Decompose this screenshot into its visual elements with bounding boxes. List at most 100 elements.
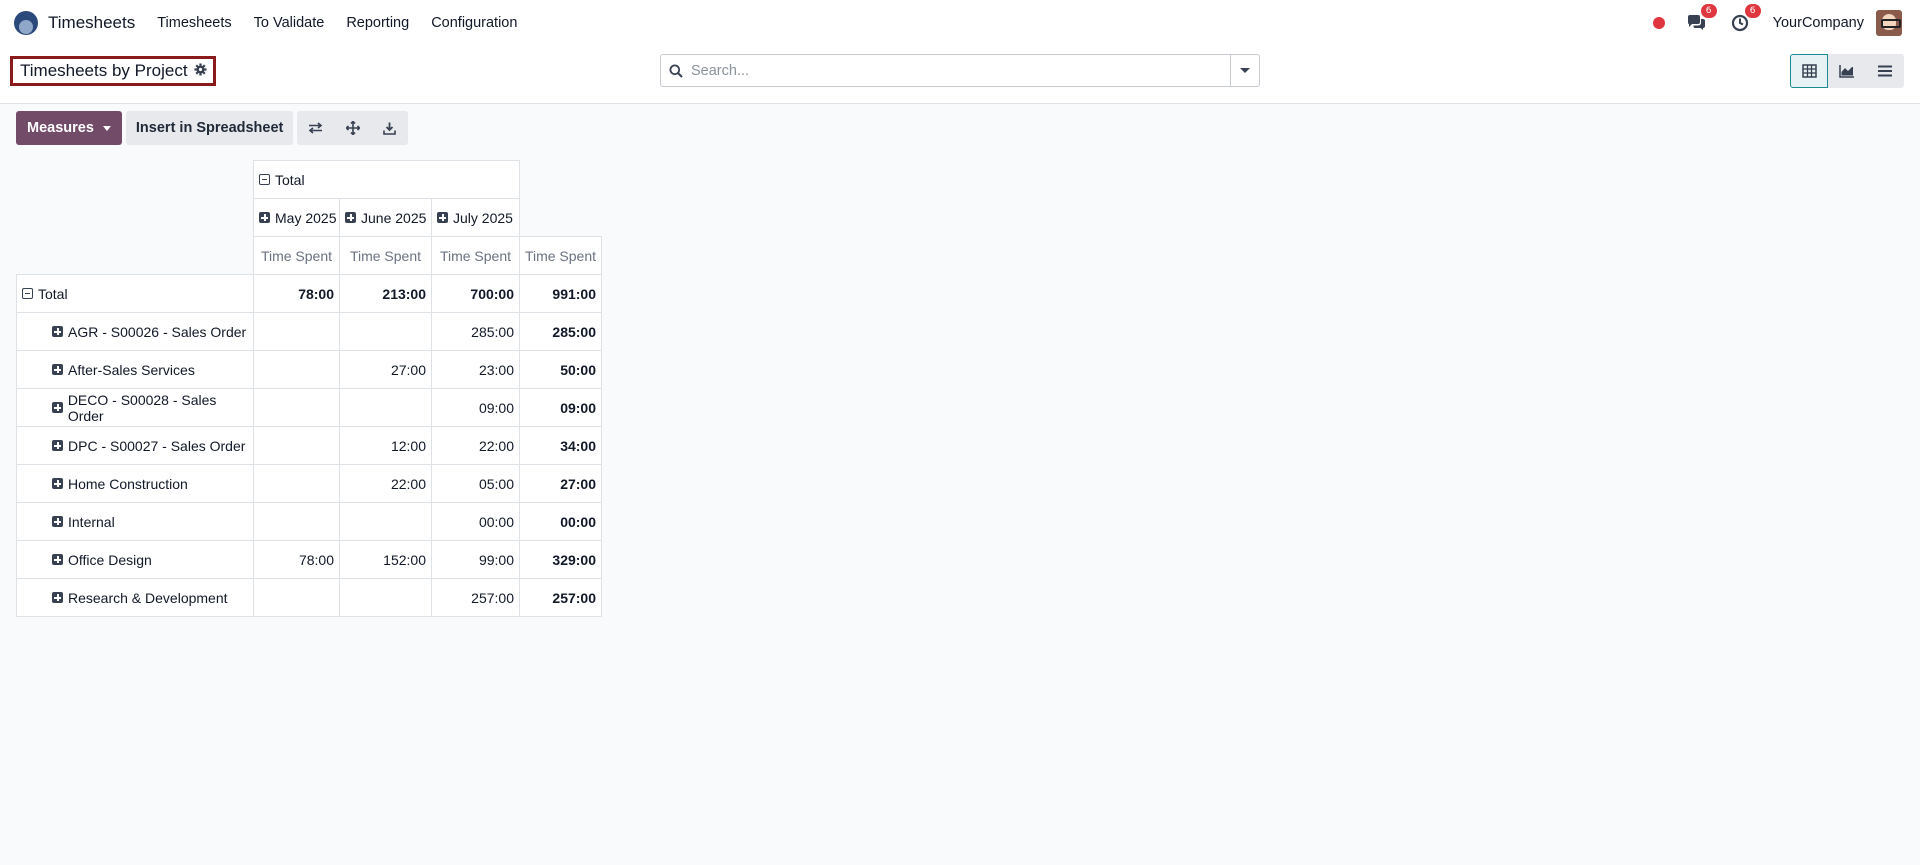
value-cell[interactable]: 78:00 bbox=[253, 274, 340, 313]
measures-button[interactable]: Measures bbox=[16, 111, 122, 145]
insert-in-spreadsheet-button[interactable]: Insert in Spreadsheet bbox=[125, 111, 294, 145]
insert-in-spreadsheet-label: Insert in Spreadsheet bbox=[135, 120, 284, 136]
chevron-down-icon bbox=[1240, 68, 1250, 73]
company-switcher[interactable]: YourCompany bbox=[1773, 15, 1864, 31]
value-cell[interactable] bbox=[339, 502, 432, 541]
row-total-cell[interactable]: 285:00 bbox=[519, 312, 602, 351]
row-header[interactable]: Office Design bbox=[16, 540, 254, 579]
search-options-toggle[interactable] bbox=[1230, 55, 1259, 86]
discuss-button[interactable]: 6 bbox=[1685, 4, 1717, 34]
measure-header[interactable]: Time Spent bbox=[519, 236, 602, 275]
menu-reporting[interactable]: Reporting bbox=[346, 15, 409, 31]
value-cell[interactable] bbox=[339, 578, 432, 617]
pivot-actions-group bbox=[297, 111, 409, 145]
expand-icon bbox=[259, 212, 270, 223]
graph-view-button[interactable] bbox=[1828, 54, 1866, 88]
page-title: Timesheets by Project bbox=[20, 61, 188, 80]
row-header[interactable]: Research & Development bbox=[16, 578, 254, 617]
row-header[interactable]: DPC - S00027 - Sales Order bbox=[16, 426, 254, 465]
search-icon bbox=[661, 64, 691, 78]
systray: 6 6 YourCompany bbox=[1652, 0, 1902, 46]
activity-badge: 6 bbox=[1744, 4, 1761, 18]
value-cell[interactable]: 27:00 bbox=[339, 350, 432, 389]
col-header-total[interactable]: Total bbox=[253, 160, 520, 199]
value-cell[interactable]: 257:00 bbox=[431, 578, 520, 617]
expand-all-icon bbox=[345, 121, 360, 135]
value-cell[interactable]: 05:00 bbox=[431, 464, 520, 503]
timesheets-app-icon[interactable] bbox=[14, 11, 38, 35]
row-label: Internal bbox=[68, 513, 115, 530]
value-cell[interactable]: 78:00 bbox=[253, 540, 340, 579]
measures-label: Measures bbox=[27, 120, 94, 136]
row-header-total[interactable]: Total bbox=[16, 274, 254, 313]
value-cell[interactable] bbox=[339, 388, 432, 427]
value-cell[interactable] bbox=[253, 312, 340, 351]
value-cell[interactable] bbox=[253, 388, 340, 427]
row-label: DECO - S00028 - Sales Order bbox=[67, 391, 217, 424]
gear-icon[interactable] bbox=[194, 63, 207, 79]
search-input[interactable] bbox=[691, 56, 1230, 85]
flip-axis-icon bbox=[309, 122, 323, 134]
value-cell[interactable] bbox=[253, 350, 340, 389]
col-header-june-2025[interactable]: June 2025 bbox=[339, 198, 432, 237]
app-name[interactable]: Timesheets bbox=[48, 13, 135, 33]
value-cell[interactable]: 09:00 bbox=[431, 388, 520, 427]
list-view-button[interactable] bbox=[1866, 54, 1904, 88]
col-header-july-2025[interactable]: July 2025 bbox=[431, 198, 520, 237]
row-total-cell[interactable]: 34:00 bbox=[519, 426, 602, 465]
value-cell[interactable]: 700:00 bbox=[431, 274, 520, 313]
collapse-icon bbox=[22, 288, 33, 299]
expand-icon bbox=[52, 592, 63, 603]
value-cell[interactable]: 99:00 bbox=[431, 540, 520, 579]
recording-status-dot[interactable] bbox=[1652, 17, 1665, 29]
value-cell[interactable]: 213:00 bbox=[339, 274, 432, 313]
value-cell[interactable] bbox=[339, 312, 432, 351]
measure-header[interactable]: Time Spent bbox=[339, 236, 432, 275]
col-header-may-2025[interactable]: May 2025 bbox=[253, 198, 340, 237]
chat-bubbles-icon bbox=[1687, 15, 1705, 30]
row-total-cell[interactable]: 00:00 bbox=[519, 502, 602, 541]
value-cell[interactable]: 12:00 bbox=[339, 426, 432, 465]
row-total-cell[interactable]: 329:00 bbox=[519, 540, 602, 579]
flip-axis-button[interactable] bbox=[297, 111, 335, 145]
menu-timesheets[interactable]: Timesheets bbox=[157, 15, 231, 31]
activity-button[interactable]: 6 bbox=[1729, 4, 1761, 34]
row-total-cell[interactable]: 991:00 bbox=[519, 274, 602, 313]
menu-configuration[interactable]: Configuration bbox=[431, 15, 517, 31]
breadcrumb: Timesheets by Project bbox=[10, 56, 216, 86]
row-header[interactable]: After-Sales Services bbox=[16, 350, 254, 389]
row-header[interactable]: DECO - S00028 - Sales Order bbox=[16, 388, 254, 427]
user-avatar[interactable] bbox=[1876, 10, 1902, 36]
clock-icon bbox=[1731, 14, 1748, 32]
menu-to-validate[interactable]: To Validate bbox=[254, 15, 325, 31]
pivot-view-button[interactable] bbox=[1790, 54, 1828, 88]
value-cell[interactable]: 23:00 bbox=[431, 350, 520, 389]
expand-all-button[interactable] bbox=[334, 111, 372, 145]
row-header[interactable]: AGR - S00026 - Sales Order bbox=[16, 312, 254, 351]
row-total-cell[interactable]: 27:00 bbox=[519, 464, 602, 503]
value-cell[interactable]: 285:00 bbox=[431, 312, 520, 351]
value-cell[interactable] bbox=[253, 578, 340, 617]
value-cell[interactable] bbox=[253, 464, 340, 503]
value-cell[interactable]: 22:00 bbox=[431, 426, 520, 465]
expand-icon bbox=[345, 212, 356, 223]
view-switcher bbox=[1790, 54, 1904, 88]
value-cell[interactable] bbox=[253, 502, 340, 541]
measure-header[interactable]: Time Spent bbox=[253, 236, 340, 275]
download-button[interactable] bbox=[371, 111, 409, 145]
value-cell[interactable]: 00:00 bbox=[431, 502, 520, 541]
row-label: Home Construction bbox=[68, 475, 188, 492]
value-cell[interactable]: 22:00 bbox=[339, 464, 432, 503]
row-header[interactable]: Home Construction bbox=[16, 464, 254, 503]
value-cell[interactable] bbox=[253, 426, 340, 465]
row-total-cell[interactable]: 257:00 bbox=[519, 578, 602, 617]
expand-icon bbox=[52, 440, 63, 451]
row-total-cell[interactable]: 09:00 bbox=[519, 388, 602, 427]
expand-icon bbox=[52, 364, 63, 375]
value-cell[interactable]: 152:00 bbox=[339, 540, 432, 579]
row-header[interactable]: Internal bbox=[16, 502, 254, 541]
measure-header[interactable]: Time Spent bbox=[431, 236, 520, 275]
expand-icon bbox=[52, 402, 63, 413]
download-icon bbox=[383, 122, 397, 135]
row-total-cell[interactable]: 50:00 bbox=[519, 350, 602, 389]
